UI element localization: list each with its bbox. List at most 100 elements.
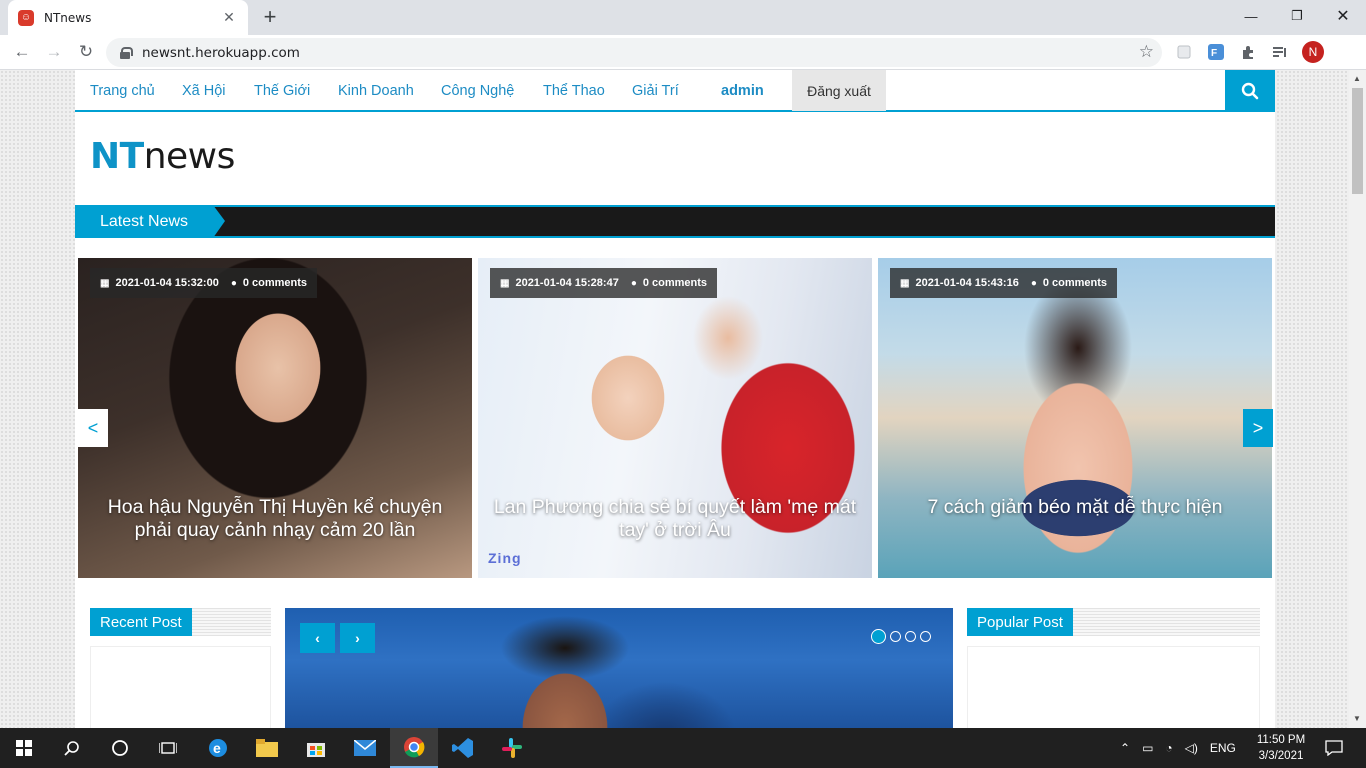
slider-prev-button[interactable]: <: [78, 409, 108, 447]
feature-prev-button[interactable]: ‹: [300, 623, 335, 653]
post-date: 2021-01-04 15:32:00: [115, 277, 219, 289]
page-scrollbar[interactable]: ▲ ▼: [1349, 70, 1366, 728]
nav-entertainment[interactable]: Giải Trí: [632, 83, 679, 99]
tab-close-icon[interactable]: ✕: [220, 9, 238, 26]
translate-icon[interactable]: F: [1206, 42, 1226, 62]
popular-post-header: Popular Post: [967, 608, 1260, 636]
recent-post-title: Recent Post: [90, 608, 192, 636]
nav-home[interactable]: Trang chủ: [90, 83, 155, 99]
slider-next-button[interactable]: >: [1243, 409, 1273, 447]
search-icon: [64, 741, 79, 756]
browser-tab[interactable]: ☺ NTnews ✕: [8, 0, 248, 35]
vscode-app-button[interactable]: [439, 728, 487, 768]
address-bar[interactable]: newsnt.herokuapp.com ☆: [106, 38, 1162, 67]
post-title[interactable]: Lan Phương chia sẻ bí quyết làm 'mẹ mát …: [488, 496, 862, 542]
close-window-button[interactable]: ✕: [1320, 0, 1366, 32]
tray-expand-icon[interactable]: ⌃: [1120, 741, 1130, 755]
profile-avatar[interactable]: N: [1302, 41, 1324, 63]
windows-logo-icon: [16, 740, 32, 756]
slack-app-button[interactable]: [488, 728, 536, 768]
mail-app-button[interactable]: [341, 728, 389, 768]
latest-news-label: Latest News: [75, 205, 225, 238]
news-card[interactable]: ▦ 2021-01-04 15:28:47 ● 0 comments Lan P…: [478, 258, 872, 578]
lock-icon: [120, 46, 133, 59]
store-app-button[interactable]: [292, 728, 340, 768]
edge-app-button[interactable]: e: [194, 728, 242, 768]
news-card[interactable]: ▦ 2021-01-04 15:32:00 ● 0 comments Hoa h…: [78, 258, 472, 578]
nav-world[interactable]: Thế Giới: [254, 83, 310, 99]
nav-user-admin[interactable]: admin: [721, 83, 764, 99]
puzzle-icon[interactable]: [1238, 42, 1258, 62]
logout-button[interactable]: Đăng xuất: [792, 70, 886, 111]
mail-icon: [354, 740, 376, 756]
comments-icon: ●: [630, 277, 637, 289]
maximize-button[interactable]: ❐: [1274, 0, 1320, 32]
bookmark-star-icon[interactable]: ☆: [1139, 42, 1154, 62]
nav-society[interactable]: Xã Hội: [182, 83, 226, 99]
windows-taskbar: e ⌃ ▭ ◔ ◁) ENG 11:50 PM 3/3/2021: [0, 728, 1366, 768]
system-tray: ⌃ ▭ ◔ ◁) ENG: [1120, 728, 1236, 768]
comments-icon: ●: [230, 277, 237, 289]
wifi-icon[interactable]: ◔: [1165, 741, 1172, 755]
slider-dot[interactable]: [920, 631, 931, 642]
post-title[interactable]: Hoa hậu Nguyễn Thị Huyền kể chuyện phải …: [88, 496, 462, 542]
language-indicator[interactable]: ENG: [1210, 741, 1236, 755]
popular-post-list: [967, 646, 1260, 728]
slider-dot[interactable]: [890, 631, 901, 642]
nav-technology[interactable]: Công Nghệ: [441, 83, 514, 99]
nav-sports[interactable]: Thể Thao: [543, 83, 605, 99]
scroll-thumb[interactable]: [1352, 88, 1363, 194]
back-arrow-icon[interactable]: ←: [9, 39, 35, 65]
tab-title: NTnews: [44, 10, 92, 25]
media-icon[interactable]: [1270, 42, 1290, 62]
search-icon: [1241, 82, 1259, 100]
slack-icon: [502, 738, 522, 758]
recent-post-list: [90, 646, 271, 728]
news-slider: ▦ 2021-01-04 15:32:00 ● 0 comments Hoa h…: [75, 238, 1275, 598]
slider-dots: [871, 629, 931, 644]
vscode-icon: [452, 738, 473, 758]
svg-text:F: F: [1211, 48, 1217, 59]
nav-business[interactable]: Kinh Doanh: [338, 83, 414, 99]
task-view-button[interactable]: [144, 728, 192, 768]
cortana-button[interactable]: [96, 728, 144, 768]
chrome-icon: [404, 737, 425, 758]
cortana-icon: [112, 740, 128, 756]
scroll-up-icon[interactable]: ▲: [1353, 74, 1361, 83]
calendar-icon: ▦: [900, 277, 910, 289]
url-text: newsnt.herokuapp.com: [142, 44, 300, 61]
post-comments: 0 comments: [642, 277, 708, 289]
taskbar-clock[interactable]: 11:50 PM 3/3/2021: [1250, 732, 1312, 764]
slider-dot[interactable]: [871, 629, 886, 644]
forward-arrow-icon[interactable]: →: [41, 39, 67, 65]
start-button[interactable]: [0, 728, 48, 768]
reload-icon[interactable]: ↻: [73, 39, 99, 65]
new-tab-button[interactable]: +: [258, 6, 282, 30]
edge-icon: e: [209, 739, 227, 757]
store-icon: [307, 743, 325, 757]
post-meta: ▦ 2021-01-04 15:32:00 ● 0 comments: [90, 268, 318, 298]
volume-icon[interactable]: ◁): [1185, 741, 1198, 755]
notification-center-button[interactable]: [1310, 728, 1358, 768]
site-logo[interactable]: NTnews: [90, 136, 235, 177]
extension-icon[interactable]: [1174, 42, 1194, 62]
notification-icon: [1325, 740, 1343, 756]
feature-next-button[interactable]: ›: [340, 623, 375, 653]
battery-icon[interactable]: ▭: [1142, 741, 1153, 755]
search-button[interactable]: [1225, 70, 1275, 112]
feature-slider[interactable]: ‹ ›: [285, 608, 953, 728]
site-container: Trang chủ Xã Hội Thế Giới Kinh Doanh Côn…: [75, 70, 1275, 728]
file-explorer-button[interactable]: [243, 728, 291, 768]
page-viewport: Trang chủ Xã Hội Thế Giới Kinh Doanh Côn…: [0, 70, 1349, 728]
post-date: 2021-01-04 15:43:16: [915, 277, 1019, 289]
news-card[interactable]: ▦ 2021-01-04 15:43:16 ● 0 comments 7 các…: [878, 258, 1272, 578]
post-comments: 0 comments: [1042, 277, 1108, 289]
scroll-down-icon[interactable]: ▼: [1353, 714, 1361, 723]
post-comments: 0 comments: [242, 277, 308, 289]
search-taskbar-button[interactable]: [48, 728, 96, 768]
slider-dot[interactable]: [905, 631, 916, 642]
chrome-app-button[interactable]: [390, 728, 438, 768]
minimize-button[interactable]: —: [1228, 0, 1274, 32]
browser-toolbar: ← → ↻ newsnt.herokuapp.com ☆ F: [0, 35, 1366, 70]
post-title[interactable]: 7 cách giảm béo mặt dễ thực hiện: [888, 496, 1262, 519]
